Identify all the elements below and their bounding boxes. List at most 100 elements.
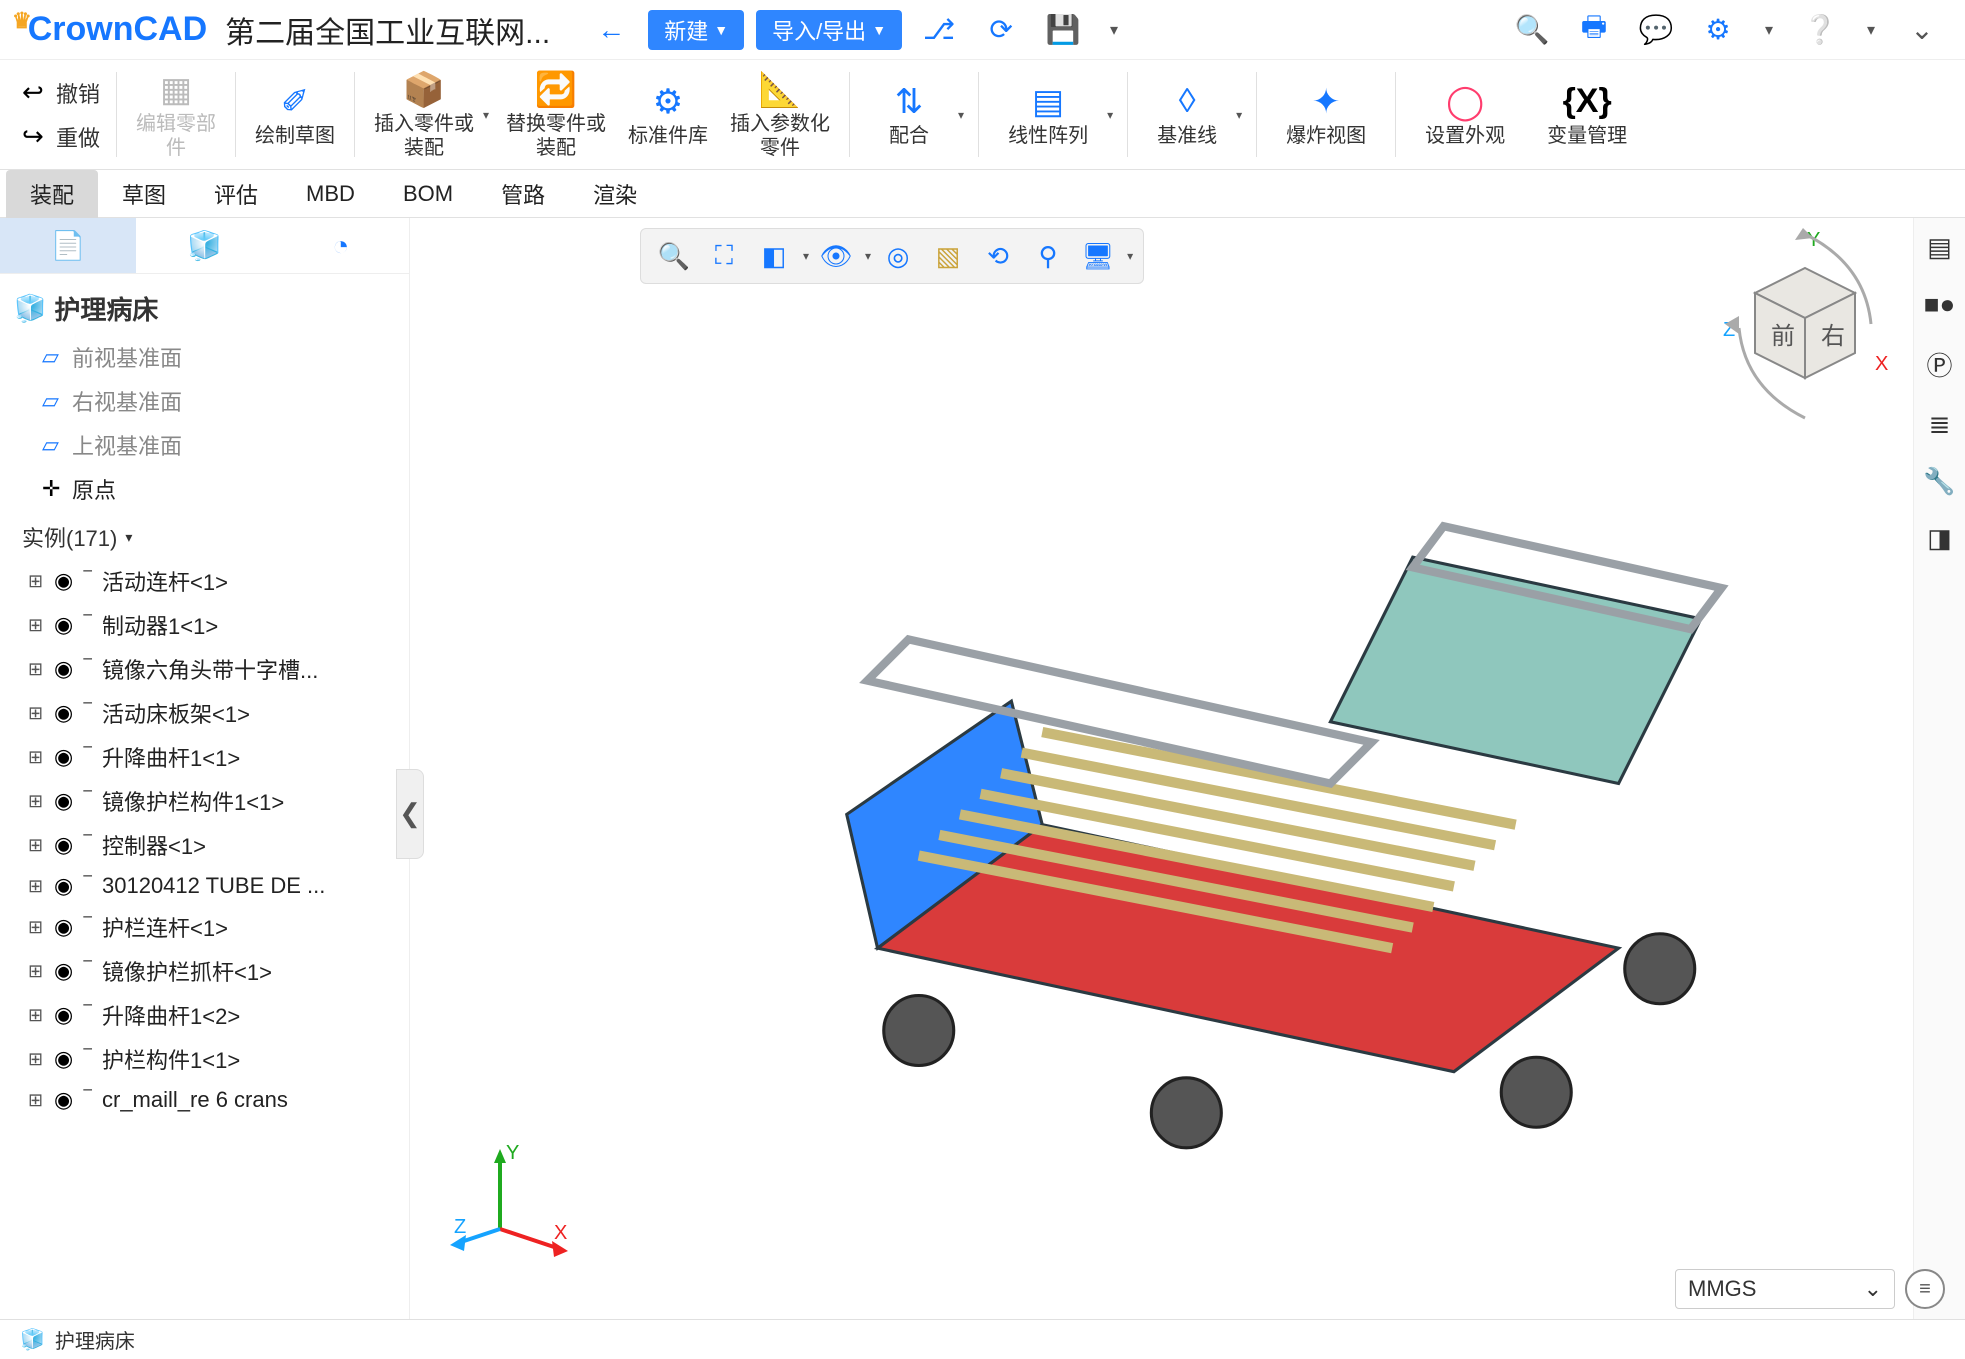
- tree-root[interactable]: 🧊 护理病床: [8, 282, 409, 335]
- expand-chevron-icon[interactable]: ⌄: [1899, 7, 1945, 53]
- tab-bom[interactable]: BOM: [379, 173, 477, 215]
- refresh-icon[interactable]: ⟳: [978, 7, 1024, 53]
- settings-icon[interactable]: ⚙: [1695, 7, 1741, 53]
- ribbon-set-appearance[interactable]: ◯ 设置外观: [1404, 60, 1526, 169]
- chevron-down-icon[interactable]: ▾: [1859, 7, 1883, 53]
- ribbon-insert-part[interactable]: 📦 插入零件或装配 ▾: [363, 60, 495, 169]
- expand-icon[interactable]: ⊞: [28, 615, 54, 636]
- tree-instance[interactable]: ⊞◉‾30120412 TUBE DE ...: [8, 867, 409, 905]
- tree-instance[interactable]: ⊞◉‾镜像护栏抓杆<1>: [8, 949, 409, 993]
- tree-instance[interactable]: ⊞◉‾镜像护栏构件1<1>: [8, 779, 409, 823]
- tab-sketch[interactable]: 草图: [98, 170, 190, 218]
- chevron-down-icon[interactable]: ▾: [1102, 7, 1126, 53]
- rail-layers-icon[interactable]: ≣: [1929, 409, 1951, 440]
- side-tab-tree[interactable]: 📄: [0, 218, 136, 273]
- ribbon-edit-parts[interactable]: ▦ 编辑零部件: [125, 60, 227, 169]
- tab-routing[interactable]: 管路: [477, 170, 569, 218]
- filter-icon[interactable]: ⚲: [1025, 233, 1071, 279]
- tree-plane-right[interactable]: ▱ 右视基准面: [8, 379, 409, 423]
- collapse-sidebar-handle[interactable]: ❮: [396, 769, 424, 859]
- messages-icon[interactable]: ≡: [1905, 1269, 1945, 1309]
- tree-plane-top[interactable]: ▱ 上视基准面: [8, 423, 409, 467]
- side-tab-config[interactable]: ◔: [273, 218, 409, 273]
- chevron-down-icon[interactable]: ▾: [1107, 108, 1113, 122]
- branch-icon[interactable]: ⎇: [916, 7, 962, 53]
- print-icon[interactable]: 🖶: [1571, 7, 1617, 53]
- view-cube[interactable]: 前 右 Y X Z: [1705, 228, 1905, 428]
- tab-evaluate[interactable]: 评估: [190, 170, 282, 218]
- orbit-icon[interactable]: ⟲: [975, 233, 1021, 279]
- rail-sheet-icon[interactable]: ▤: [1927, 232, 1952, 263]
- tree-instance[interactable]: ⊞◉‾活动床板架<1>: [8, 691, 409, 735]
- help-icon[interactable]: ❔: [1797, 7, 1843, 53]
- tree-instance[interactable]: ⊞◉‾护栏连杆<1>: [8, 905, 409, 949]
- ribbon-std-lib[interactable]: ⚙ 标准件库: [617, 60, 719, 169]
- tree-instance[interactable]: ⊞◉‾控制器<1>: [8, 823, 409, 867]
- tree-instance[interactable]: ⊞◉‾升降曲杆1<1>: [8, 735, 409, 779]
- comment-icon[interactable]: 💬: [1633, 7, 1679, 53]
- display-icon[interactable]: 🖥: [1075, 233, 1121, 279]
- expand-icon[interactable]: ⊞: [28, 1049, 54, 1070]
- chevron-down-icon[interactable]: ▾: [483, 108, 489, 122]
- rail-camera-icon[interactable]: ■●: [1924, 289, 1955, 320]
- tree-origin[interactable]: ✛ 原点: [8, 467, 409, 511]
- ribbon-variable-mgmt[interactable]: {X} 变量管理: [1526, 60, 1648, 169]
- expand-icon[interactable]: ⊞: [28, 835, 54, 856]
- tree-instance[interactable]: ⊞◉‾制动器1<1>: [8, 603, 409, 647]
- ribbon-linear-pattern[interactable]: ▤ 线性阵列 ▾: [987, 60, 1119, 169]
- tree-plane-front[interactable]: ▱ 前视基准面: [8, 335, 409, 379]
- expand-icon[interactable]: ⊞: [28, 961, 54, 982]
- zoom-fit-icon[interactable]: 🔍: [651, 233, 697, 279]
- chevron-down-icon[interactable]: ▾: [1236, 108, 1242, 122]
- import-export-button[interactable]: 导入/导出▼: [756, 10, 902, 50]
- chevron-down-icon[interactable]: ▾: [958, 108, 964, 122]
- ribbon-param-part[interactable]: 📐 插入参数化零件: [719, 60, 841, 169]
- ribbon-exploded-view[interactable]: ✦ 爆炸视图: [1265, 60, 1387, 169]
- chevron-down-icon[interactable]: ▾: [803, 249, 809, 263]
- feature-tree[interactable]: 🧊 护理病床 ▱ 前视基准面 ▱ 右视基准面 ▱ 上视基准面 ✛ 原点 实例(1…: [0, 274, 409, 1319]
- undo-button[interactable]: ↩ 撤销: [22, 71, 100, 115]
- chevron-down-icon[interactable]: ▾: [1757, 7, 1781, 53]
- tree-instance[interactable]: ⊞◉‾活动连杆<1>: [8, 559, 409, 603]
- ribbon-datum-line[interactable]: ◊ 基准线 ▾: [1136, 60, 1248, 169]
- redo-button[interactable]: ↪ 重做: [22, 115, 100, 159]
- tree-instance[interactable]: ⊞◉‾护栏构件1<1>: [8, 1037, 409, 1081]
- save-icon[interactable]: 💾: [1040, 7, 1086, 53]
- ribbon-mate[interactable]: ⇅ 配合 ▾: [858, 60, 970, 169]
- expand-icon[interactable]: ⊞: [28, 917, 54, 938]
- ribbon-replace-part[interactable]: 🔁 替换零件或装配: [495, 60, 617, 169]
- view-cube-icon[interactable]: ◧: [751, 233, 797, 279]
- tree-instance[interactable]: ⊞◉‾cr_maill_re 6 crans: [8, 1081, 409, 1119]
- expand-icon[interactable]: ⊞: [28, 571, 54, 592]
- visibility-icon[interactable]: 👁: [813, 233, 859, 279]
- tab-mbd[interactable]: MBD: [282, 173, 379, 215]
- shading-icon[interactable]: ▧: [925, 233, 971, 279]
- chevron-down-icon[interactable]: ▾: [865, 249, 871, 263]
- tree-instance[interactable]: ⊞◉‾升降曲杆1<2>: [8, 993, 409, 1037]
- side-tab-history[interactable]: 🧊: [136, 218, 272, 273]
- section-icon[interactable]: ◎: [875, 233, 921, 279]
- expand-icon[interactable]: ⊞: [28, 703, 54, 724]
- chevron-down-icon[interactable]: ▾: [1127, 249, 1133, 263]
- expand-icon[interactable]: ⊞: [28, 876, 54, 897]
- tree-instance[interactable]: ⊞◉‾镜像六角头带十字槽...: [8, 647, 409, 691]
- viewport[interactable]: 🔍 ⛶ ◧ ▾ 👁 ▾ ◎ ▧ ⟲ ⚲ 🖥 ▾: [410, 218, 1965, 1319]
- ribbon-sketch[interactable]: ✐ 绘制草图: [244, 60, 346, 169]
- new-button[interactable]: 新建▼: [648, 10, 744, 50]
- expand-icon[interactable]: ⊞: [28, 659, 54, 680]
- search-icon[interactable]: 🔍: [1509, 7, 1555, 53]
- units-selector[interactable]: MMGS ⌄: [1675, 1269, 1895, 1309]
- rail-compare-icon[interactable]: ◨: [1927, 523, 1952, 554]
- rail-point-icon[interactable]: Ⓟ: [1926, 346, 1952, 383]
- rail-wrench-icon[interactable]: 🔧: [1923, 466, 1955, 497]
- expand-icon[interactable]: ⊞: [28, 1090, 54, 1111]
- tree-instances-header[interactable]: 实例(171) ▾: [8, 511, 409, 559]
- back-icon[interactable]: ←: [588, 7, 634, 53]
- zoom-window-icon[interactable]: ⛶: [701, 233, 747, 279]
- tab-render[interactable]: 渲染: [569, 170, 661, 218]
- expand-icon[interactable]: ⊞: [28, 791, 54, 812]
- tab-assembly[interactable]: 装配: [6, 170, 98, 218]
- expand-icon[interactable]: ⊞: [28, 747, 54, 768]
- status-doc-name[interactable]: 护理病床: [55, 1325, 135, 1354]
- document-title[interactable]: 第二届全国工业互联网...: [225, 8, 550, 52]
